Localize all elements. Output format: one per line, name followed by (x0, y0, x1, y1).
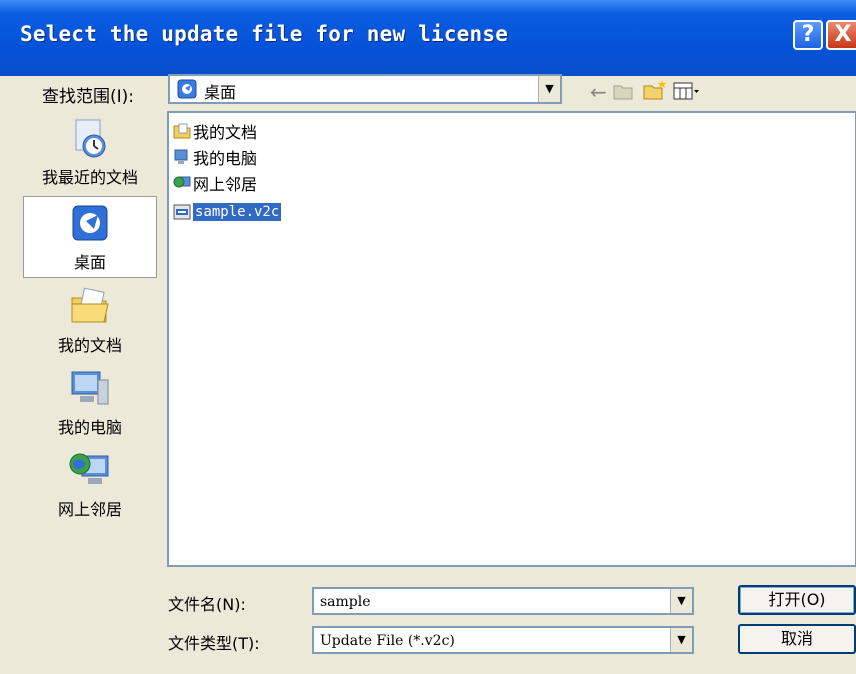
place-label: 桌面 (73, 253, 106, 272)
file-name-text: sample.v2c (193, 202, 282, 221)
file-type-dropdown-arrow[interactable]: ▼ (670, 628, 692, 652)
list-item[interactable]: 我的文档 (173, 119, 258, 142)
my-computer-icon (71, 371, 109, 405)
places-bar: 我最近的文档 桌面 我的文档 我的电脑 网上邻居 (23, 104, 157, 566)
file-list[interactable]: 我的文档 我的电脑 网上邻居 sample.v2c (167, 111, 856, 567)
look-in-dropdown[interactable]: 桌面 ▼ (168, 74, 562, 104)
file-type-value: Update File (*.v2c) (320, 633, 455, 649)
close-button[interactable]: X (826, 20, 856, 50)
place-label: 我最近的文档 (41, 168, 138, 187)
file-name-label: 文件名(N): (168, 595, 246, 614)
network-icon (173, 176, 191, 188)
my-documents-icon (71, 287, 109, 323)
list-item[interactable]: 我的电脑 (173, 145, 258, 168)
file-name-input[interactable]: sample ▼ (312, 587, 694, 615)
open-button[interactable]: 打开(O) (738, 585, 856, 615)
file-dialog-window: Select the update file for new license ?… (0, 0, 856, 674)
help-button[interactable]: ? (793, 20, 823, 50)
cancel-button[interactable]: 取消 (738, 624, 856, 654)
up-folder-icon[interactable] (612, 80, 634, 102)
desktop-icon (72, 205, 108, 241)
place-network-places[interactable]: 网上邻居 (23, 448, 157, 520)
place-label: 我的文档 (57, 336, 122, 355)
place-desktop[interactable]: 桌面 (23, 196, 157, 278)
place-recent-documents[interactable]: 我最近的文档 (23, 116, 157, 188)
file-name-value: sample (320, 594, 371, 610)
place-label: 我的电脑 (57, 418, 122, 437)
file-name-dropdown-arrow[interactable]: ▼ (670, 589, 692, 613)
place-my-computer[interactable]: 我的电脑 (23, 366, 157, 438)
look-in-value: 桌面 (204, 83, 237, 102)
list-item[interactable]: 网上邻居 (173, 171, 258, 194)
network-places-icon (69, 453, 109, 484)
place-my-documents[interactable]: 我的文档 (23, 284, 157, 356)
file-name-text: 我的文档 (193, 123, 258, 142)
recent-documents-icon (75, 119, 106, 158)
v2c-file-icon (173, 204, 191, 219)
folder-icon (173, 123, 191, 139)
dialog-title: Select the update file for new license (20, 22, 509, 46)
look-in-dropdown-arrow[interactable]: ▼ (538, 76, 560, 102)
title-bar[interactable]: Select the update file for new license ?… (0, 0, 856, 76)
new-folder-icon[interactable] (642, 78, 668, 102)
back-arrow-icon: ← (590, 80, 607, 104)
list-item-selected[interactable]: sample.v2c (173, 201, 282, 223)
file-name-text: 网上邻居 (193, 175, 258, 194)
back-button[interactable]: ← (590, 80, 607, 104)
place-label: 网上邻居 (57, 500, 122, 519)
file-type-select[interactable]: Update File (*.v2c) ▼ (312, 626, 694, 654)
computer-icon (174, 149, 188, 164)
views-menu-icon[interactable] (672, 80, 700, 102)
file-type-label: 文件类型(T): (168, 634, 260, 653)
file-name-text: 我的电脑 (193, 149, 258, 168)
desktop-icon (177, 79, 197, 99)
